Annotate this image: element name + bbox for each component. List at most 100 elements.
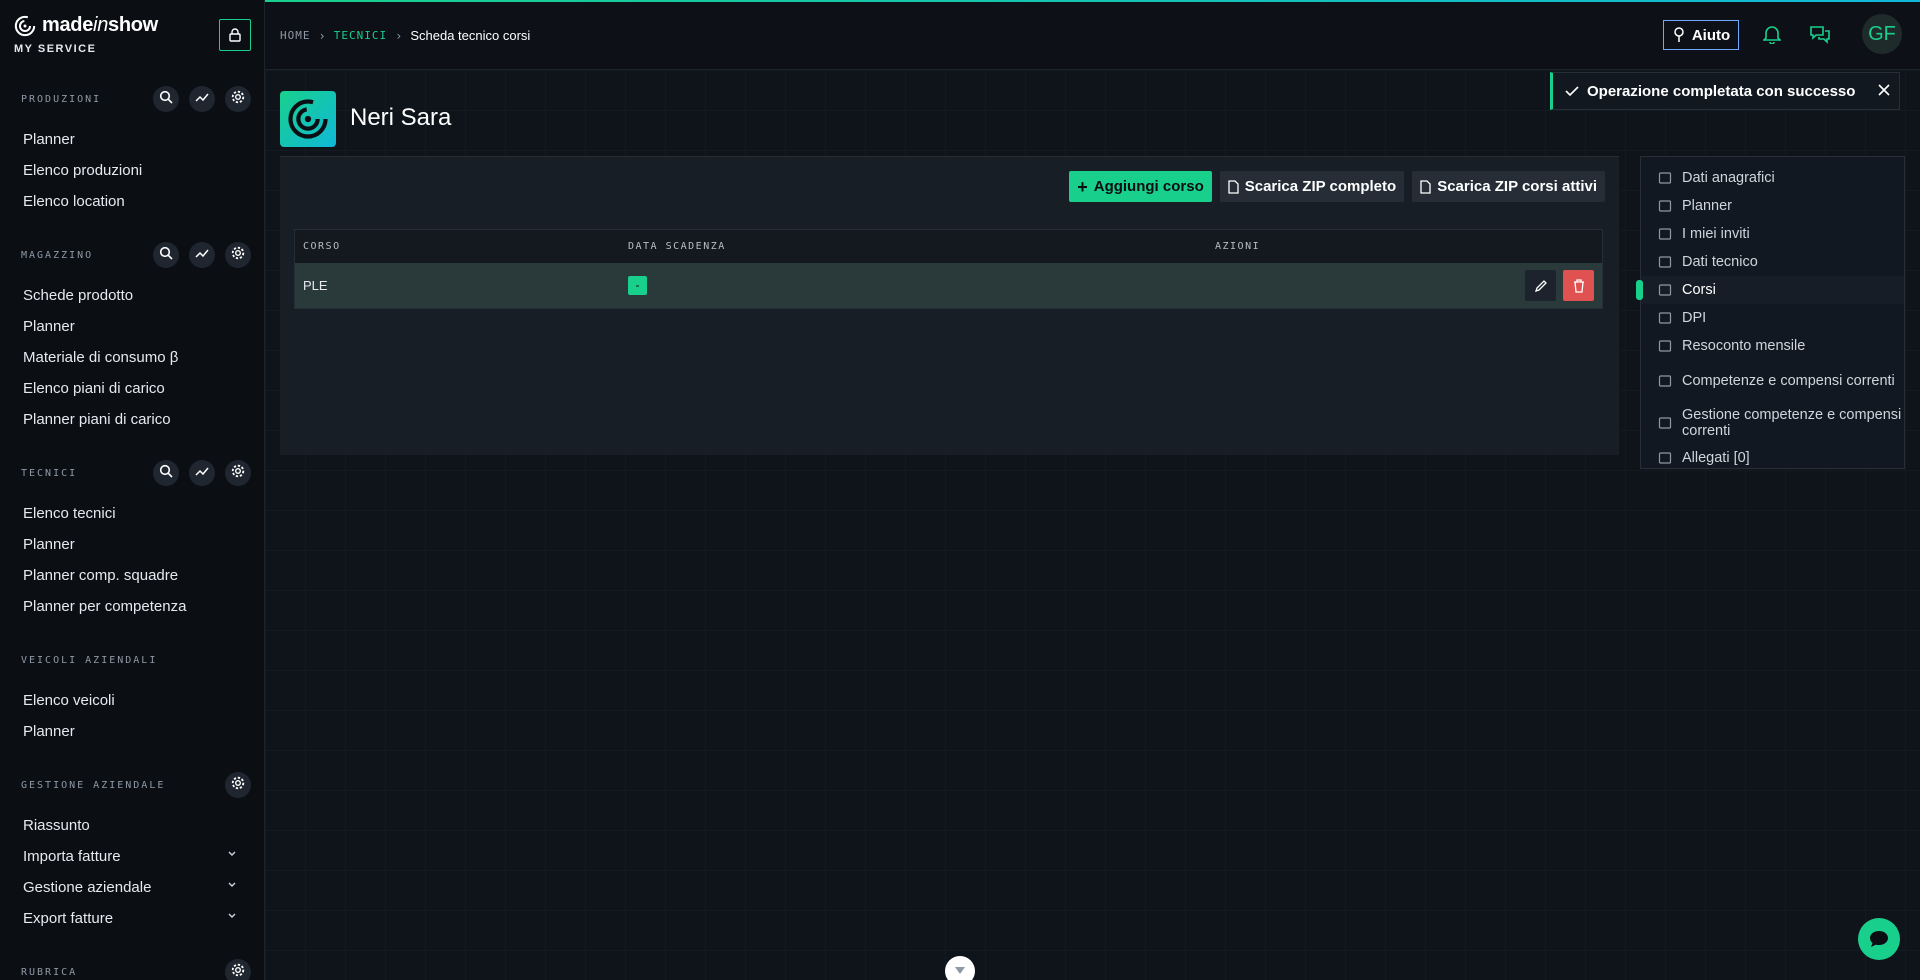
sidebar-item[interactable]: Elenco veicoli [0, 685, 264, 716]
edit-button[interactable] [1525, 270, 1556, 301]
sidebar-item[interactable]: Importa fatture [0, 841, 264, 872]
chart-button[interactable] [189, 460, 215, 486]
file-icon [1228, 179, 1239, 194]
search-icon [159, 464, 173, 483]
bell-icon[interactable] [1763, 24, 1781, 44]
download-zip-active-button[interactable]: Scarica ZIP corsi attivi [1412, 171, 1605, 202]
gear-icon [231, 963, 245, 980]
sidebar-item[interactable]: Planner [0, 716, 264, 747]
section-title: GESTIONE AZIENDALE [21, 780, 166, 791]
brand[interactable]: madeinshow MY SERVICE [14, 14, 158, 55]
breadcrumb-current: Scheda tecnico corsi [410, 28, 531, 43]
add-course-button[interactable]: + Aggiungi corso [1069, 171, 1212, 202]
sidebar-item[interactable]: Planner piani di carico [0, 404, 264, 435]
sidebar-item[interactable]: Planner per competenza [0, 591, 264, 622]
chart-icon [195, 246, 209, 264]
cell-corso: PLE [303, 278, 328, 293]
helmet-icon [1658, 311, 1672, 325]
close-icon[interactable] [1877, 83, 1891, 97]
search-icon [159, 246, 173, 265]
topbar: HOME › TECNICI › Scheda tecnico corsi Ai… [265, 2, 1920, 70]
sidebar-section-tecnici: TECNICI Elenco tecnici Planner Planner comp… [0, 456, 264, 622]
search-icon [159, 90, 173, 109]
chevron-right-icon: › [318, 28, 326, 43]
profile-nav-item[interactable]: Dati tecnico [1641, 248, 1904, 276]
toolbox-icon [1658, 374, 1672, 388]
chevron-down-icon [228, 882, 236, 887]
lock-button[interactable] [219, 19, 251, 51]
chart-button[interactable] [189, 86, 215, 112]
courses-table: CORSO DATA SCADENZA AZIONI PLE - [294, 229, 1603, 309]
file-icon [1658, 339, 1672, 353]
header-azioni: AZIONI [1215, 241, 1261, 252]
sidebar-item[interactable]: Elenco piani di carico [0, 373, 264, 404]
chart-icon [195, 90, 209, 108]
help-icon [1674, 27, 1684, 42]
trash-icon [1573, 278, 1584, 293]
chart-button[interactable] [189, 242, 215, 268]
gear-button[interactable] [225, 460, 251, 486]
download-zip-all-button[interactable]: Scarica ZIP completo [1219, 171, 1405, 202]
gear-button[interactable] [225, 772, 251, 798]
search-button[interactable] [153, 86, 179, 112]
table-row[interactable]: PLE - [295, 263, 1602, 308]
sidebar-item[interactable]: Materiale di consumo β [0, 342, 264, 373]
breadcrumb-home[interactable]: HOME [280, 29, 311, 42]
messages-icon[interactable] [1809, 24, 1831, 44]
help-label: Aiuto [1691, 26, 1731, 44]
profile-nav-item[interactable]: Competenze e compensi correnti [1641, 360, 1904, 402]
section-title: PRODUZIONI [21, 94, 102, 105]
delete-button[interactable] [1563, 270, 1594, 301]
sidebar-item[interactable]: Planner comp. squadre [0, 560, 264, 591]
profile-nav-item[interactable]: Gestione competenze e compensi correnti [1641, 402, 1904, 444]
toast-message: Operazione completata con successo [1587, 82, 1856, 100]
sidebar-item[interactable]: Schede prodotto [0, 280, 264, 311]
gear-button[interactable] [225, 242, 251, 268]
profile-nav-item[interactable]: DPI [1641, 304, 1904, 332]
help-button[interactable]: Aiuto [1663, 20, 1739, 50]
sidebar-item[interactable]: Planner [0, 529, 264, 560]
chart-icon [195, 464, 209, 482]
brand-logo-icon [14, 15, 36, 36]
gear-icon [231, 246, 245, 265]
profile-nav-item[interactable]: Corsi [1636, 276, 1904, 304]
sidebar-item[interactable]: Export fatture [0, 903, 264, 934]
breadcrumb-tecnici[interactable]: TECNICI [334, 29, 387, 42]
success-toast: Operazione completata con successo [1550, 72, 1900, 110]
header-corso[interactable]: CORSO [295, 241, 620, 252]
profile-nav-item[interactable]: Allegati [0] [1641, 444, 1904, 472]
sidebar-item[interactable]: Gestione aziendale [0, 872, 264, 903]
card-actions: + Aggiungi corso Scarica ZIP completo Sc… [1069, 171, 1605, 202]
active-indicator [1636, 280, 1643, 300]
gear-button[interactable] [225, 959, 251, 980]
gear-icon [231, 776, 245, 795]
sidebar-item[interactable]: Planner [0, 124, 264, 155]
sidebar-item[interactable]: Elenco tecnici [0, 498, 264, 529]
profile-nav-item[interactable]: Dati anagrafici [1641, 164, 1904, 192]
sidebar-item[interactable]: Elenco produzioni [0, 155, 264, 186]
sidebar-item[interactable]: Planner [0, 311, 264, 342]
header-data-scadenza[interactable]: DATA SCADENZA [620, 241, 1207, 252]
profile-nav-item[interactable]: I miei inviti [1641, 220, 1904, 248]
paperclip-icon [1658, 451, 1672, 465]
sidebar-item[interactable]: Riassunto [0, 810, 264, 841]
profile-nav-item[interactable]: Resoconto mensile [1641, 332, 1904, 360]
sidebar-section-gestione-aziendale: GESTIONE AZIENDALE Riassunto Importa fattu… [0, 768, 264, 934]
chat-fab-button[interactable] [1858, 918, 1900, 960]
gear-icon [231, 464, 245, 483]
section-title: MAGAZZINO [21, 250, 94, 261]
brand-logo-icon [288, 99, 328, 139]
search-button[interactable] [153, 460, 179, 486]
gear-button[interactable] [225, 86, 251, 112]
sidebar: madeinshow MY SERVICE PRODUZIONI Planner E… [0, 0, 265, 980]
sidebar-section-produzioni: PRODUZIONI Planner Elenco produzioni Elenco… [0, 82, 264, 217]
section-title: VEICOLI AZIENDALI [21, 655, 158, 666]
scroll-down-button[interactable] [945, 956, 975, 980]
lock-icon [229, 28, 241, 42]
sidebar-item[interactable]: Elenco location [0, 186, 264, 217]
search-button[interactable] [153, 242, 179, 268]
gear-icon [231, 90, 245, 109]
profile-nav-item[interactable]: Planner [1641, 192, 1904, 220]
user-avatar[interactable]: GF [1862, 14, 1902, 54]
calendar-icon [1658, 199, 1672, 213]
